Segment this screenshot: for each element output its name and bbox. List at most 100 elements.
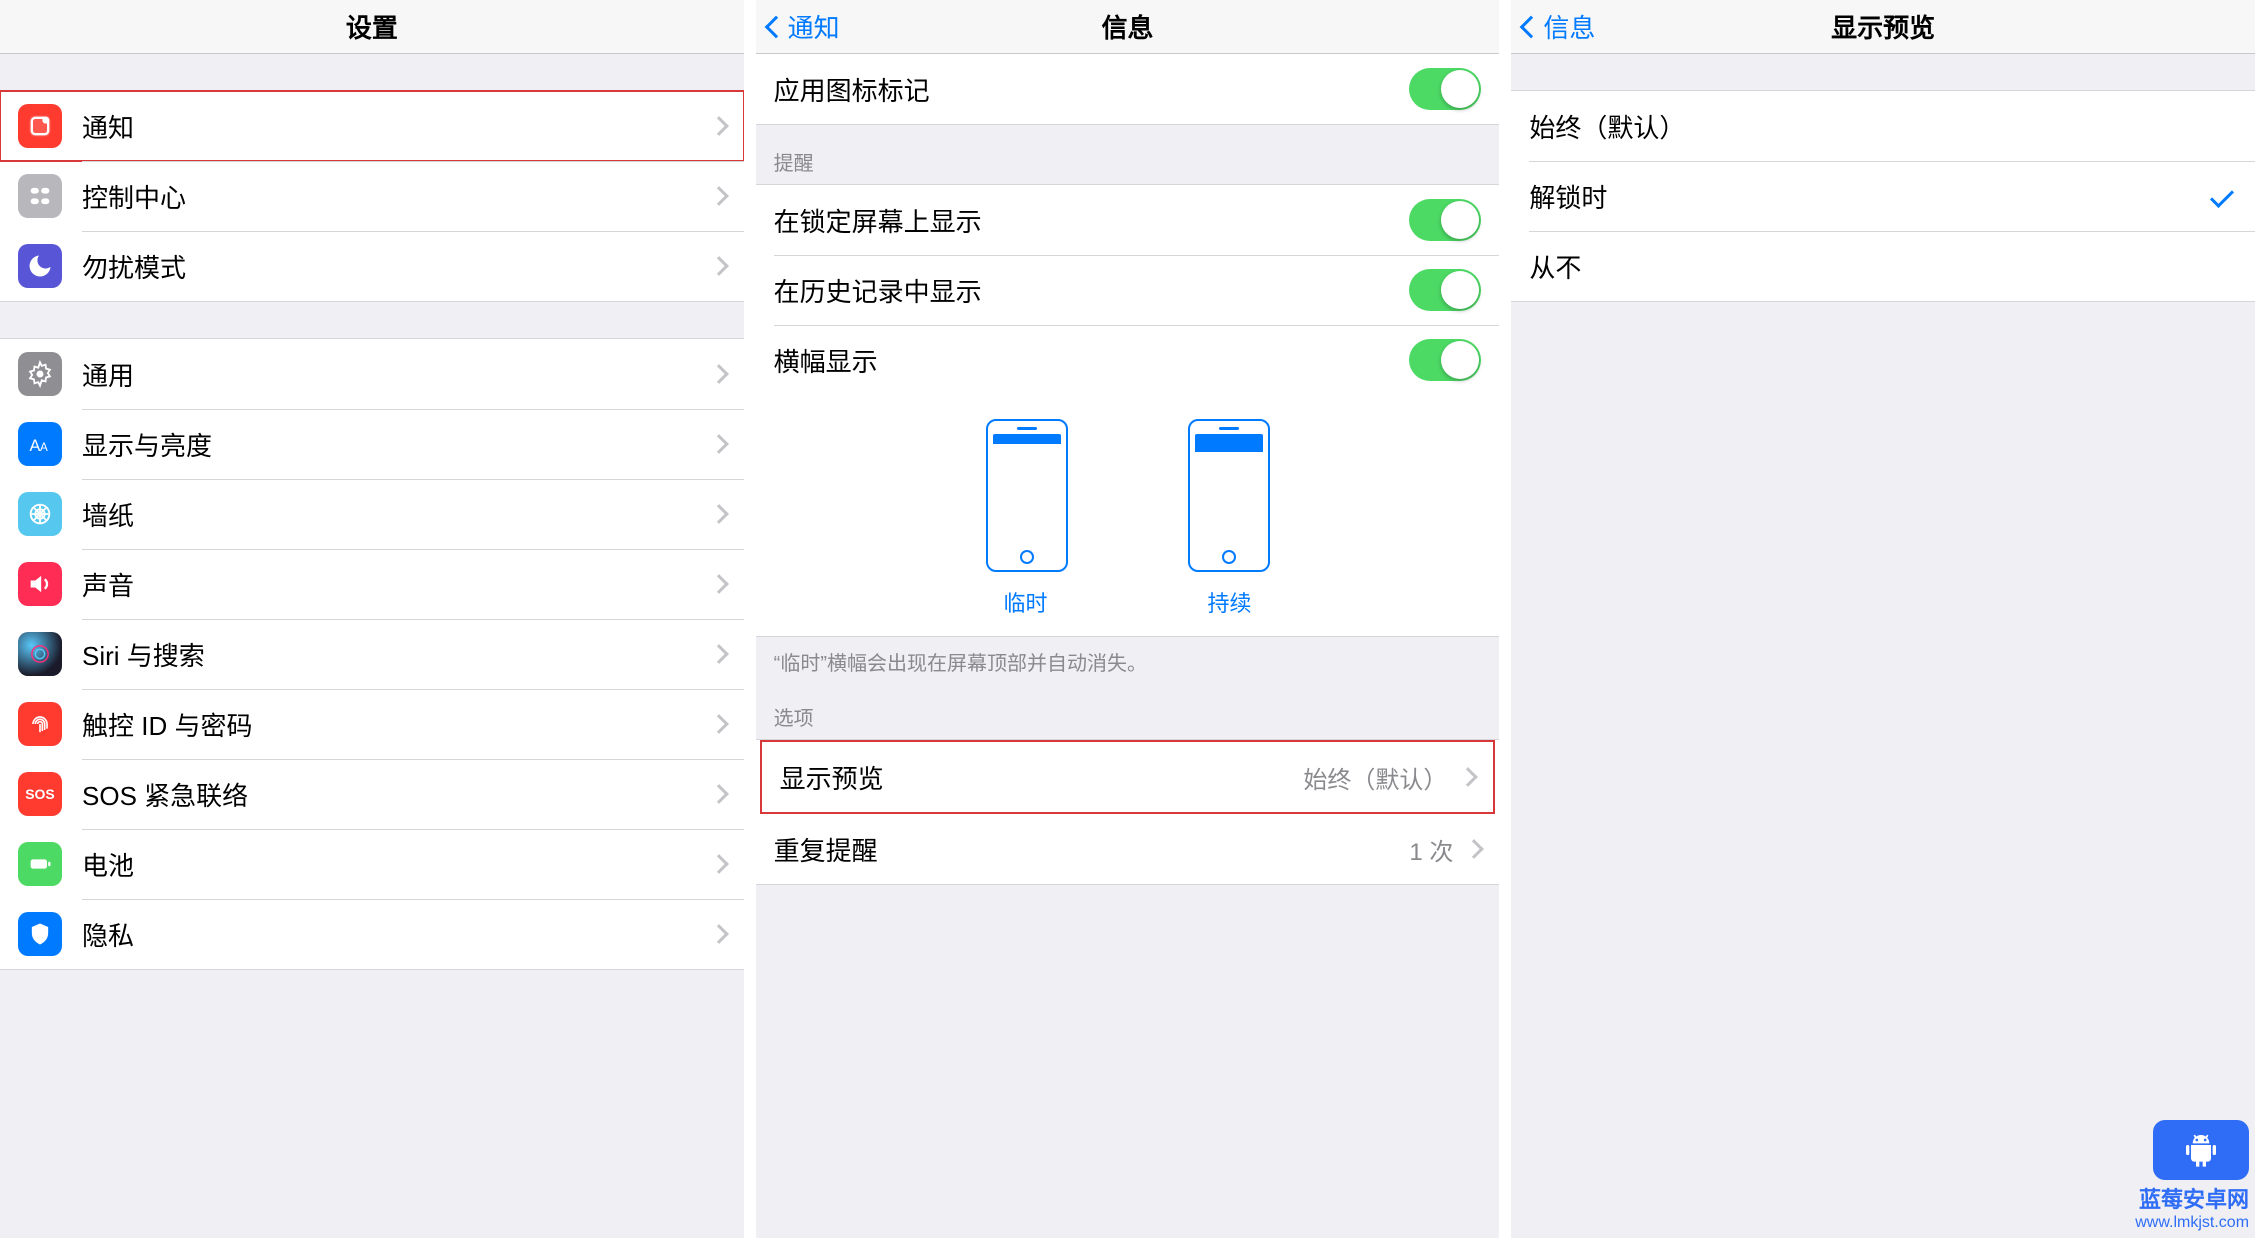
display-icon: AA — [18, 422, 62, 466]
svg-text:A: A — [40, 441, 48, 454]
messages-notification-pane: 通知 信息 应用图标标记 提醒 在锁定屏幕上显示 在历史记录中显示 横幅显示 — [744, 0, 1500, 1238]
banner-persistent-option[interactable] — [1188, 419, 1270, 572]
row-label: 勿扰模式 — [82, 248, 186, 285]
watermark-title: 蓝莓安卓网 — [2139, 1182, 2249, 1214]
banner-style-preview — [756, 395, 1500, 586]
section-header-alerts: 提醒 — [756, 125, 1500, 184]
chevron-right-icon — [709, 364, 729, 384]
chevron-right-icon — [709, 186, 729, 206]
back-button[interactable]: 通知 — [768, 0, 840, 53]
wallpaper-icon — [18, 492, 62, 536]
svg-text:A: A — [30, 437, 41, 455]
row-siri[interactable]: Siri 与搜索 — [0, 619, 744, 689]
general-icon — [18, 352, 62, 396]
option-always[interactable]: 始终（默认） — [1511, 91, 2255, 161]
row-label: 横幅显示 — [774, 342, 878, 379]
show-preview-pane: 信息 显示预览 始终（默认） 解锁时 从不 蓝莓安卓网 www.lmkjst.c… — [1499, 0, 2255, 1238]
row-badge[interactable]: 应用图标标记 — [756, 54, 1500, 124]
chevron-right-icon — [709, 256, 729, 276]
chevron-right-icon — [1464, 839, 1484, 859]
row-label: 重复提醒 — [774, 831, 878, 868]
row-sos[interactable]: SOS SOS 紧急联络 — [0, 759, 744, 829]
chevron-right-icon — [709, 784, 729, 804]
privacy-icon — [18, 912, 62, 956]
nav-bar: 通知 信息 — [756, 0, 1500, 54]
check-icon — [2210, 184, 2234, 208]
chevron-right-icon — [709, 854, 729, 874]
row-label: 电池 — [82, 846, 134, 883]
row-label: 从不 — [1529, 248, 1581, 285]
section-header-options: 选项 — [756, 680, 1500, 739]
row-label: 在锁定屏幕上显示 — [774, 202, 982, 239]
dnd-icon — [18, 244, 62, 288]
settings-pane: 设置 通知 控制中心 勿扰模式 — [0, 0, 744, 1238]
row-touchid[interactable]: 触控 ID 与密码 — [0, 689, 744, 759]
back-label: 通知 — [788, 8, 840, 45]
alerts-group: 在锁定屏幕上显示 在历史记录中显示 横幅显示 — [756, 184, 1500, 637]
preview-options-group: 始终（默认） 解锁时 从不 — [1511, 90, 2255, 302]
row-repeat-alert[interactable]: 重复提醒 1 次 — [756, 814, 1500, 884]
watermark: 蓝莓安卓网 www.lmkjst.com — [2135, 1120, 2249, 1232]
row-battery[interactable]: 电池 — [0, 829, 744, 899]
row-label: 应用图标标记 — [774, 71, 930, 108]
row-label: 始终（默认） — [1529, 108, 1685, 145]
notifications-icon — [18, 104, 62, 148]
row-label: 触控 ID 与密码 — [82, 706, 252, 743]
banner-temporary-option[interactable] — [986, 419, 1068, 572]
row-show-preview[interactable]: 显示预览 始终（默认） — [762, 742, 1494, 812]
row-dnd[interactable]: 勿扰模式 — [0, 231, 744, 301]
row-label: 墙纸 — [82, 496, 134, 533]
row-label: Siri 与搜索 — [82, 636, 205, 673]
nav-bar: 设置 — [0, 0, 744, 54]
chevron-right-icon — [709, 574, 729, 594]
chevron-right-icon — [709, 434, 729, 454]
row-banner[interactable]: 横幅显示 — [756, 325, 1500, 395]
chevron-right-icon — [1458, 767, 1478, 787]
banner-persist-label: 持续 — [1208, 586, 1252, 618]
option-never[interactable]: 从不 — [1511, 231, 2255, 301]
touchid-icon — [18, 702, 62, 746]
row-wallpaper[interactable]: 墙纸 — [0, 479, 744, 549]
row-label: 显示与亮度 — [82, 426, 212, 463]
toggle-switch[interactable] — [1409, 269, 1481, 311]
row-lockscreen[interactable]: 在锁定屏幕上显示 — [756, 185, 1500, 255]
row-label: 通知 — [82, 108, 134, 145]
row-general[interactable]: 通用 — [0, 339, 744, 409]
watermark-logo-icon — [2153, 1120, 2249, 1180]
banner-footer: “临时”横幅会出现在屏幕顶部并自动消失。 — [756, 637, 1500, 680]
row-label: 隐私 — [82, 916, 134, 953]
row-label: 在历史记录中显示 — [774, 272, 982, 309]
row-label: 通用 — [82, 356, 134, 393]
row-control-center[interactable]: 控制中心 — [0, 161, 744, 231]
badge-group: 应用图标标记 — [756, 54, 1500, 125]
row-label: 解锁时 — [1529, 178, 1607, 215]
sounds-icon — [18, 562, 62, 606]
row-detail: 始终（默认） — [1303, 760, 1447, 795]
row-sounds[interactable]: 声音 — [0, 549, 744, 619]
sos-icon: SOS — [18, 772, 62, 816]
chevron-right-icon — [709, 116, 729, 136]
row-detail: 1 次 — [1409, 832, 1453, 867]
row-label: 声音 — [82, 566, 134, 603]
row-label: 控制中心 — [82, 178, 186, 215]
watermark-url: www.lmkjst.com — [2135, 1214, 2249, 1232]
back-button[interactable]: 信息 — [1523, 0, 1595, 53]
settings-group-2: 通用 AA 显示与亮度 墙纸 声音 — [0, 338, 744, 970]
chevron-right-icon — [709, 714, 729, 734]
battery-icon — [18, 842, 62, 886]
chevron-right-icon — [709, 504, 729, 524]
row-label: SOS 紧急联络 — [82, 776, 248, 813]
chevron-right-icon — [709, 924, 729, 944]
option-when-unlocked[interactable]: 解锁时 — [1511, 161, 2255, 231]
banner-temp-label: 临时 — [1003, 586, 1047, 618]
row-privacy[interactable]: 隐私 — [0, 899, 744, 969]
control-center-icon — [18, 174, 62, 218]
back-label: 信息 — [1543, 8, 1595, 45]
row-notifications[interactable]: 通知 — [0, 91, 744, 161]
toggle-switch[interactable] — [1409, 199, 1481, 241]
row-history[interactable]: 在历史记录中显示 — [756, 255, 1500, 325]
toggle-switch[interactable] — [1409, 68, 1481, 110]
row-display[interactable]: AA 显示与亮度 — [0, 409, 744, 479]
page-title: 设置 — [346, 8, 398, 45]
toggle-switch[interactable] — [1409, 339, 1481, 381]
